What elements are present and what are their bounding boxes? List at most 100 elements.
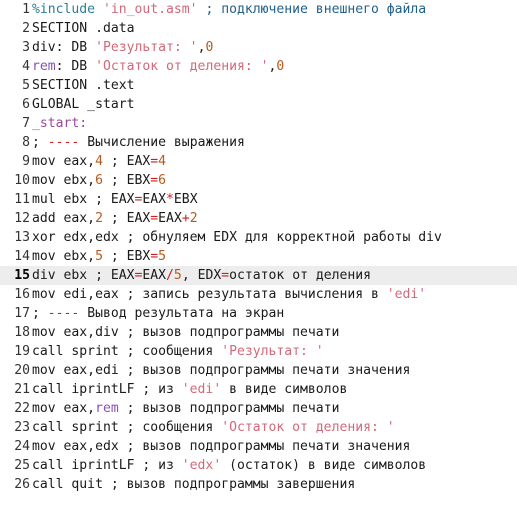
code-editor[interactable]: 1 %include 'in_out.asm' ; подключение вне…	[0, 0, 517, 513]
code-token: SECTION .data	[32, 21, 135, 36]
code-text[interactable]: call iprintLF ; из 'edx' (остаток) в вид…	[32, 456, 426, 475]
code-text[interactable]: mov ebx,6 ; EBX=6	[32, 171, 166, 190]
code-line[interactable]: 13 xor edx,edx ; обнуляем EDX для коррект…	[0, 228, 517, 247]
code-token: EBX	[173, 192, 198, 207]
code-line[interactable]: 9 mov eax,4 ; EAX=4	[0, 152, 517, 171]
code-token: остаток от деления	[229, 268, 372, 283]
code-line[interactable]: 15 div ebx ; EAX=EAX/5, EDX=остаток от де…	[0, 266, 517, 285]
code-line[interactable]: 6 GLOBAL _start	[0, 95, 517, 114]
code-token: %include	[32, 2, 103, 17]
code-token: EAX	[142, 192, 167, 207]
code-text[interactable]: SECTION .data	[32, 19, 134, 38]
line-number: 15	[14, 268, 30, 283]
code-line[interactable]: 12 add eax,2 ; EAX=EAX+2	[0, 209, 517, 228]
code-text[interactable]: mov edi,eax ; запись результата вычислен…	[32, 285, 426, 304]
code-text[interactable]: mov eax,rem ; вызов подпрограммы печати	[32, 399, 339, 418]
line-number: 3	[22, 40, 30, 55]
code-line[interactable]: 19 call sprint ; сообщения 'Результат: '	[0, 342, 517, 361]
code-line[interactable]: 1 %include 'in_out.asm' ; подключение вне…	[0, 0, 517, 19]
code-line[interactable]: 8; ---- Вычисление выражения	[0, 133, 517, 152]
code-token: ; вызов подпрограммы печати	[118, 401, 340, 416]
code-text[interactable]: call sprint ; сообщения 'Остаток от деле…	[32, 418, 395, 437]
line-number: 4	[22, 59, 30, 74]
code-text[interactable]: rem: DB 'Остаток от деления: ',0	[32, 57, 284, 76]
code-lines[interactable]: 1 %include 'in_out.asm' ; подключение вне…	[0, 0, 517, 494]
code-line[interactable]: 22 mov eax,rem ; вызов подпрограммы печат…	[0, 399, 517, 418]
code-line[interactable]: 5 SECTION .text	[0, 76, 517, 95]
code-token: call sprint ; сообщения	[32, 344, 222, 359]
code-text[interactable]: mov eax,div ; вызов подпрограммы печати	[32, 323, 339, 342]
code-token: 'Остаток от деления: '	[95, 59, 269, 74]
code-token: 'Остаток от деления: '	[221, 420, 395, 435]
line-number: 8	[22, 135, 30, 150]
line-number: 11	[14, 192, 30, 207]
code-line[interactable]: 17; ---- Вывод результата на экран	[0, 304, 517, 323]
line-number: 17	[14, 306, 30, 321]
code-line[interactable]: 21 call iprintLF ; из 'edi' в виде символ…	[0, 380, 517, 399]
code-text[interactable]: ; ---- Вывод результата на экран	[32, 304, 284, 323]
code-token: mov eax,edx ; вызов подпрограммы печати …	[32, 439, 411, 454]
code-token: call iprintLF ; из	[32, 382, 182, 397]
code-token: 5	[158, 249, 167, 264]
code-text[interactable]: call quit ; вызов подпрограммы завершени…	[32, 475, 355, 494]
code-line[interactable]: 20 mov eax,edi ; вызов подпрограммы печат…	[0, 361, 517, 380]
code-token: ; EBX	[102, 173, 151, 188]
line-number: 25	[14, 458, 30, 473]
code-token: mov ebx,	[32, 173, 96, 188]
code-text[interactable]: mov eax,edx ; вызов подпрограммы печати …	[32, 437, 410, 456]
code-line[interactable]: 7 _start:	[0, 114, 517, 133]
line-number: 6	[22, 97, 30, 112]
code-text[interactable]: call iprintLF ; из 'edi' в виде символов	[32, 380, 347, 399]
code-text[interactable]: div: DB 'Результат: ',0	[32, 38, 213, 57]
code-token: 4	[158, 154, 167, 169]
code-token: call iprintLF ; из	[32, 458, 182, 473]
code-line[interactable]: 24 mov eax,edx ; вызов подпрограммы печат…	[0, 437, 517, 456]
code-token: 'in_out.asm'	[102, 2, 198, 17]
code-line[interactable]: 26 call quit ; вызов подпрограммы заверше…	[0, 475, 517, 494]
code-line[interactable]: 2 SECTION .data	[0, 19, 517, 38]
code-token: *	[166, 192, 174, 207]
line-number: 12	[14, 211, 30, 226]
code-line[interactable]: 10 mov ebx,6 ; EBX=6	[0, 171, 517, 190]
code-line[interactable]: 16 mov edi,eax ; запись результата вычисл…	[0, 285, 517, 304]
code-line[interactable]: 18 mov eax,div ; вызов подпрограммы печат…	[0, 323, 517, 342]
code-line[interactable]: 14 mov ebx,5 ; EBX=5	[0, 247, 517, 266]
code-text[interactable]: add eax,2 ; EAX=EAX+2	[32, 209, 198, 228]
code-text[interactable]: mul ebx ; EAX=EAX*EBX	[32, 190, 198, 209]
code-line[interactable]: 11 mul ebx ; EAX=EAX*EBX	[0, 190, 517, 209]
code-token: =	[150, 173, 159, 188]
code-text[interactable]: SECTION .text	[32, 76, 134, 95]
code-token: 0	[276, 59, 285, 74]
code-token: ;	[32, 135, 48, 150]
code-line[interactable]: 3 div: DB 'Результат: ',0	[0, 38, 517, 57]
line-number: 18	[14, 325, 30, 340]
code-token: ----	[47, 135, 80, 150]
code-token: Вычисление выражения	[79, 135, 245, 150]
code-text[interactable]: ; ---- Вычисление выражения	[32, 133, 245, 152]
line-number: 5	[22, 78, 30, 93]
line-number: 21	[14, 382, 30, 397]
code-line[interactable]: 25 call iprintLF ; из 'edx' (остаток) в в…	[0, 456, 517, 475]
code-token: Вывод результата на экран	[79, 306, 285, 321]
code-text[interactable]: _start:	[32, 114, 87, 133]
code-token: 'edi'	[181, 382, 222, 397]
code-text[interactable]: %include 'in_out.asm' ; подключение внеш…	[32, 0, 426, 19]
code-text[interactable]: xor edx,edx ; обнуляем EDX для корректно…	[32, 228, 442, 247]
line-number: 26	[14, 477, 30, 492]
line-number: 2	[22, 21, 30, 36]
line-number: 13	[14, 230, 30, 245]
code-line[interactable]: 23 call sprint ; сообщения 'Остаток от де…	[0, 418, 517, 437]
code-text[interactable]: mov ebx,5 ; EBX=5	[32, 247, 166, 266]
code-token: mov ebx,	[32, 249, 96, 264]
code-text[interactable]: GLOBAL _start	[32, 95, 134, 114]
line-number: 19	[14, 344, 30, 359]
code-token: : DB	[55, 59, 96, 74]
line-number: 16	[14, 287, 30, 302]
code-line[interactable]: 4 rem: DB 'Остаток от деления: ',0	[0, 57, 517, 76]
code-text[interactable]: call sprint ; сообщения 'Результат: '	[32, 342, 324, 361]
code-text[interactable]: div ebx ; EAX=EAX/5, EDX=остаток от деле…	[32, 266, 371, 285]
code-token: mul ebx ; EAX	[32, 192, 135, 207]
code-text[interactable]: mov eax,edi ; вызов подпрограммы печати …	[32, 361, 410, 380]
code-text[interactable]: mov eax,4 ; EAX=4	[32, 152, 166, 171]
code-token: 'Результат: '	[221, 344, 324, 359]
